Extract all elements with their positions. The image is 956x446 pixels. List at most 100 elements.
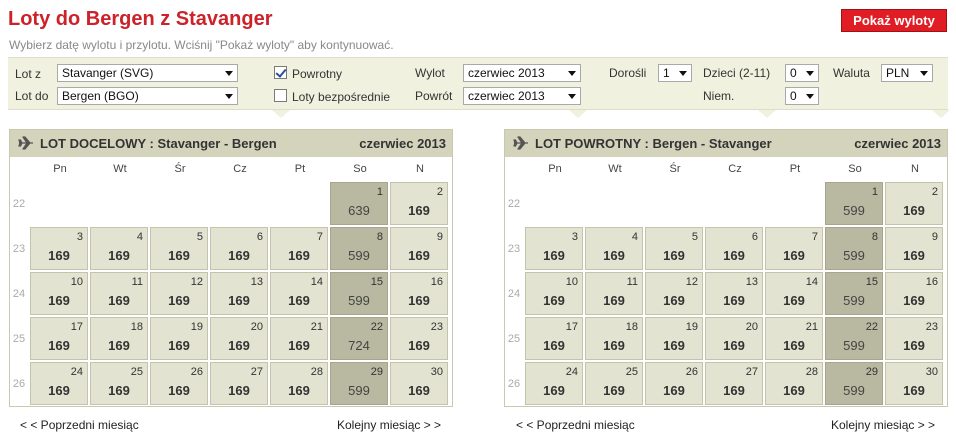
calendar-title: LOT POWROTNY : Bergen - Stavanger	[535, 136, 772, 151]
calendar-day[interactable]: 13 169	[210, 272, 268, 315]
calendar-day[interactable]: 8 599	[330, 227, 388, 270]
currency-value: PLN	[886, 66, 910, 80]
depart-month-select[interactable]: czerwiec 2013	[463, 64, 581, 82]
calendar-day[interactable]: 7 169	[270, 227, 328, 270]
calendar-day[interactable]: 25 169	[90, 362, 148, 405]
calendar-day[interactable]: 25 169	[585, 362, 643, 405]
calendar-day[interactable]: 18 169	[90, 317, 148, 360]
calendar-day[interactable]: 6 169	[705, 227, 763, 270]
calendar-day[interactable]: 21 169	[270, 317, 328, 360]
week-number: 26	[507, 378, 521, 390]
calendar-day[interactable]: 6 169	[210, 227, 268, 270]
calendar-day[interactable]: 17 169	[525, 317, 583, 360]
calendar-day[interactable]: 29 599	[825, 362, 883, 405]
calendar-day[interactable]: 19 169	[150, 317, 208, 360]
day-number: 28	[310, 366, 323, 378]
weekday-header: N	[416, 163, 424, 175]
calendar-day[interactable]: 15 599	[825, 272, 883, 315]
week-number: 23	[507, 243, 521, 255]
calendar-day[interactable]: 7 169	[765, 227, 823, 270]
calendar-month: czerwiec 2013	[359, 136, 446, 151]
calendar-day[interactable]: 8 599	[825, 227, 883, 270]
calendar-day[interactable]: 4 169	[585, 227, 643, 270]
calendar-day[interactable]: 28 169	[765, 362, 823, 405]
calendar-day[interactable]: 20 169	[705, 317, 763, 360]
to-select[interactable]: Bergen (BGO)	[57, 87, 238, 105]
calendar-day[interactable]: 16 169	[390, 272, 448, 315]
adults-select[interactable]: 1	[658, 64, 692, 82]
calendar-day[interactable]: 3 169	[30, 227, 88, 270]
week-number: 22	[12, 198, 26, 210]
day-number: 13	[745, 276, 758, 288]
show-flights-button[interactable]: Pokaż wyloty	[841, 9, 947, 32]
return-prev-month-link[interactable]: < < Poprzedni miesiąc	[516, 418, 635, 432]
return-calendar: LOT POWROTNY : Bergen - Stavanger czerwi…	[504, 129, 948, 407]
calendar-day[interactable]: 30 169	[390, 362, 448, 405]
day-number: 26	[190, 366, 203, 378]
day-price: 169	[408, 248, 430, 263]
calendar-day[interactable]: 2 169	[390, 182, 448, 225]
calendar-day[interactable]: 27 169	[210, 362, 268, 405]
calendar-day[interactable]: 4 169	[90, 227, 148, 270]
calendar-day[interactable]: 5 169	[150, 227, 208, 270]
calendar-day[interactable]: 1 639	[330, 182, 388, 225]
calendar-day[interactable]: 11 169	[585, 272, 643, 315]
calendar-day[interactable]: 2 169	[885, 182, 943, 225]
direct-flights-checkbox[interactable]	[274, 89, 287, 102]
calendar-day[interactable]: 3 169	[525, 227, 583, 270]
calendar-day[interactable]: 9 169	[885, 227, 943, 270]
return-next-month-link[interactable]: Kolejny miesiąc > >	[831, 418, 935, 432]
calendar-day[interactable]: 12 169	[645, 272, 703, 315]
outbound-prev-month-link[interactable]: < < Poprzedni miesiąc	[20, 418, 139, 432]
calendar-day[interactable]: 1 599	[825, 182, 883, 225]
calendar-day[interactable]: 14 169	[270, 272, 328, 315]
day-number: 11	[131, 276, 143, 288]
calendar-day[interactable]: 21 169	[765, 317, 823, 360]
calendar-day[interactable]: 13 169	[705, 272, 763, 315]
calendar-day[interactable]: 9 169	[390, 227, 448, 270]
week-number: 22	[507, 198, 521, 210]
day-price: 169	[783, 248, 805, 263]
calendar-day[interactable]: 10 169	[525, 272, 583, 315]
calendar-day[interactable]: 26 169	[645, 362, 703, 405]
day-price: 599	[843, 293, 865, 308]
calendar-day[interactable]: 22 599	[825, 317, 883, 360]
calendar-day[interactable]: 15 599	[330, 272, 388, 315]
calendar-day[interactable]: 24 169	[525, 362, 583, 405]
currency-select[interactable]: PLN	[881, 64, 933, 82]
calendar-day[interactable]: 5 169	[645, 227, 703, 270]
calendar-day[interactable]: 10 169	[30, 272, 88, 315]
to-label: Lot do	[15, 89, 49, 103]
infants-select[interactable]: 0	[785, 87, 819, 105]
weekday-header: So	[353, 163, 367, 175]
children-select[interactable]: 0	[785, 64, 819, 82]
day-price: 169	[543, 383, 565, 398]
calendar-day[interactable]: 23 169	[885, 317, 943, 360]
day-number: 15	[370, 276, 383, 288]
return-month-select[interactable]: czerwiec 2013	[463, 87, 581, 105]
calendar-day[interactable]: 20 169	[210, 317, 268, 360]
calendar-day[interactable]: 14 169	[765, 272, 823, 315]
day-price: 724	[348, 338, 370, 353]
calendar-day[interactable]: 18 169	[585, 317, 643, 360]
calendar-day[interactable]: 23 169	[390, 317, 448, 360]
calendar-day[interactable]: 27 169	[705, 362, 763, 405]
calendar-day[interactable]: 12 169	[150, 272, 208, 315]
calendar-day[interactable]: 30 169	[885, 362, 943, 405]
return-checkbox[interactable]	[274, 66, 287, 79]
chevron-down-icon	[568, 71, 576, 76]
weekday-header: Śr	[174, 163, 186, 175]
calendar-day[interactable]: 26 169	[150, 362, 208, 405]
weekday-header: Wt	[113, 163, 127, 175]
calendar-day[interactable]: 11 169	[90, 272, 148, 315]
calendar-day[interactable]: 16 169	[885, 272, 943, 315]
calendar-day[interactable]: 24 169	[30, 362, 88, 405]
calendar-day[interactable]: 19 169	[645, 317, 703, 360]
calendar-day[interactable]: 17 169	[30, 317, 88, 360]
from-select[interactable]: Stavanger (SVG)	[57, 64, 238, 82]
calendar-day[interactable]: 29 599	[330, 362, 388, 405]
outbound-next-month-link[interactable]: Kolejny miesiąc > >	[337, 418, 441, 432]
calendar-day[interactable]: 28 169	[270, 362, 328, 405]
depart-label: Wylot	[415, 66, 445, 80]
calendar-day[interactable]: 22 724	[330, 317, 388, 360]
